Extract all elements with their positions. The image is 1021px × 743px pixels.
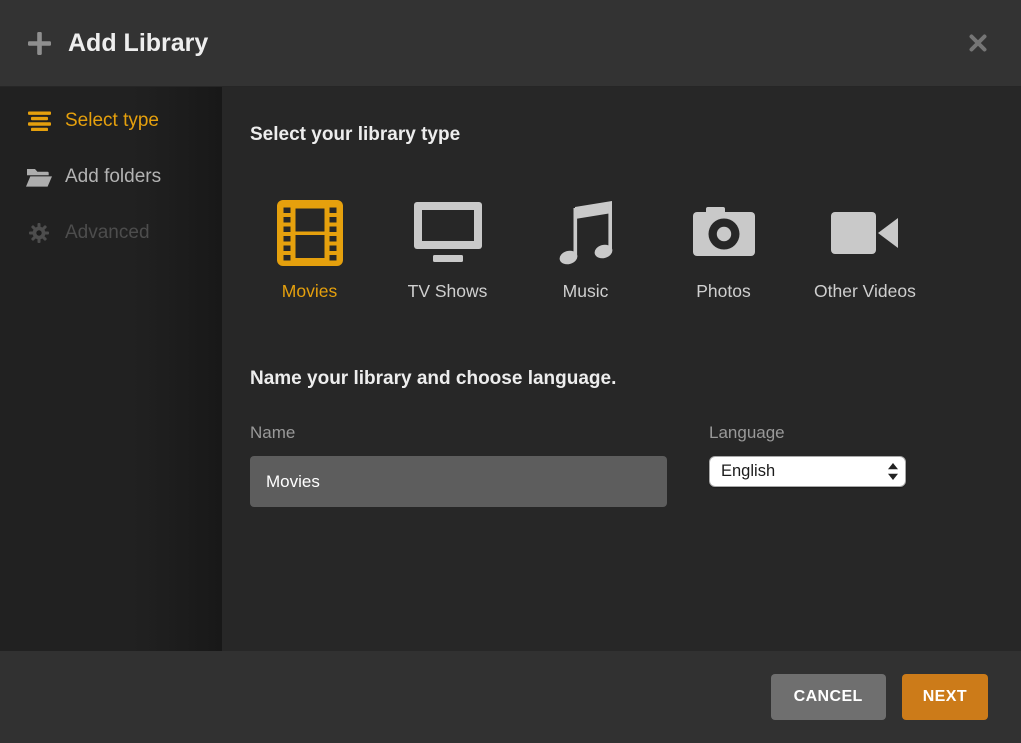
sidebar: Select type Add folders: [0, 87, 222, 651]
library-type-photos[interactable]: Photos: [676, 198, 771, 302]
main-panel: Select your library type: [222, 87, 1021, 651]
language-select-value: English: [721, 462, 888, 481]
library-type-tv-shows[interactable]: TV Shows: [400, 198, 495, 302]
library-type-movies[interactable]: Movies: [262, 198, 357, 302]
add-library-dialog: Add Library Select type: [0, 0, 1021, 743]
language-select[interactable]: English: [709, 456, 906, 487]
name-label: Name: [250, 423, 667, 443]
cancel-button[interactable]: CANCEL: [771, 674, 886, 720]
dialog-header: Add Library: [0, 0, 1021, 87]
close-button[interactable]: [965, 30, 991, 56]
close-icon: [968, 33, 988, 53]
library-type-label: Music: [563, 281, 609, 302]
sidebar-item-select-type[interactable]: Select type: [0, 93, 222, 149]
video-camera-icon: [831, 198, 899, 268]
gear-icon: [26, 222, 52, 244]
sidebar-item-label: Select type: [65, 110, 159, 132]
dialog-footer: CANCEL NEXT: [0, 651, 1021, 743]
dialog-title: Add Library: [68, 29, 208, 58]
sidebar-item-add-folders[interactable]: Add folders: [0, 149, 222, 205]
film-icon: [277, 198, 343, 268]
list-icon: [26, 111, 52, 131]
language-field: Language English: [709, 423, 906, 507]
camera-icon: [693, 198, 755, 268]
language-label: Language: [709, 423, 906, 443]
select-stepper-icon: [888, 463, 898, 480]
library-type-label: Other Videos: [814, 281, 916, 302]
library-type-other-videos[interactable]: Other Videos: [814, 198, 916, 302]
folder-open-icon: [26, 168, 52, 187]
dialog-body: Select type Add folders: [0, 87, 1021, 651]
music-note-icon: [555, 198, 617, 268]
library-type-music[interactable]: Music: [538, 198, 633, 302]
name-input[interactable]: [250, 456, 667, 507]
tv-icon: [412, 198, 484, 268]
sidebar-item-label: Add folders: [65, 166, 161, 188]
library-type-label: TV Shows: [408, 281, 488, 302]
name-section-title: Name your library and choose language.: [250, 368, 991, 390]
library-type-row: Movies TV Shows: [262, 198, 991, 302]
library-type-label: Movies: [282, 281, 337, 302]
next-button[interactable]: NEXT: [902, 674, 988, 720]
form-row: Name Language English: [250, 423, 991, 507]
sidebar-item-label: Advanced: [65, 222, 150, 244]
library-type-label: Photos: [696, 281, 750, 302]
plus-icon: [28, 32, 51, 55]
name-field: Name: [250, 423, 667, 507]
library-type-section-title: Select your library type: [250, 124, 991, 146]
sidebar-item-advanced: Advanced: [0, 205, 222, 261]
